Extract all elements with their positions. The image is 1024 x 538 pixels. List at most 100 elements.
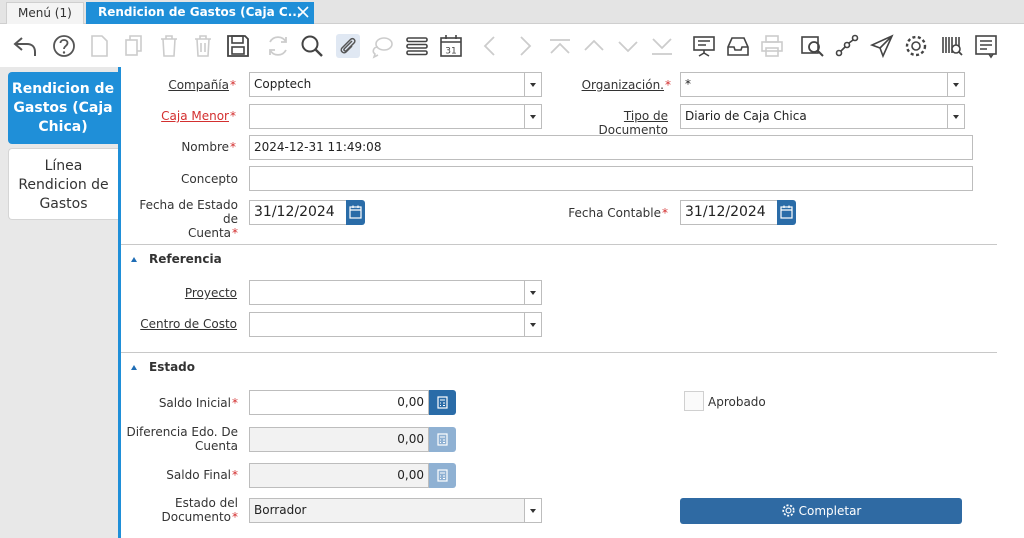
record-form: Compañía* Copptech Organización.* * Caja…	[121, 67, 1024, 538]
organizacion-label: Organización.*	[581, 78, 671, 92]
tab-linea-rendicion-gastos[interactable]: Línea Rendicion de Gastos	[8, 148, 118, 220]
collapse-triangle-icon	[131, 257, 137, 262]
print-icon[interactable]	[759, 33, 785, 59]
product-info-icon[interactable]	[939, 33, 965, 59]
organizacion-value: *	[685, 77, 691, 91]
grid-toggle-icon[interactable]	[404, 33, 430, 59]
nombre-label: Nombre*	[181, 140, 236, 154]
section-referencia-title: Referencia	[149, 252, 222, 266]
tipo-documento-label: Tipo de Documento	[598, 109, 668, 137]
compania-value: Copptech	[254, 77, 312, 91]
diferencia-label: Diferencia Edo. De Cuenta	[126, 425, 238, 453]
new-record-icon[interactable]	[86, 33, 112, 59]
concepto-label: Concepto	[181, 172, 238, 186]
completar-label: Completar	[798, 504, 862, 518]
section-divider	[121, 244, 997, 245]
tab-menu[interactable]: Menú (1)	[6, 2, 84, 24]
tab-linea-rendicion-gastos-label: Línea Rendicion de Gastos	[18, 158, 109, 212]
delete-selection-icon[interactable]	[190, 33, 216, 59]
save-icon[interactable]	[225, 33, 251, 59]
compania-dropdown-icon[interactable]	[524, 73, 541, 96]
report-icon[interactable]	[691, 33, 717, 59]
refresh-icon[interactable]	[265, 33, 291, 59]
close-icon[interactable]	[296, 5, 310, 19]
section-estado[interactable]: Estado	[131, 360, 195, 374]
attachment-icon[interactable]	[335, 33, 361, 59]
tipo-documento-field[interactable]: Diario de Caja Chica	[680, 104, 965, 129]
aprobado-checkbox[interactable]	[684, 391, 704, 411]
fecha-estado-cuenta-field[interactable]: 31/12/2024	[249, 200, 347, 225]
compania-field[interactable]: Copptech	[249, 72, 542, 97]
first-record-icon[interactable]	[547, 33, 573, 59]
tipo-documento-value: Diario de Caja Chica	[685, 109, 807, 123]
parent-icon[interactable]	[581, 33, 607, 59]
saldo-inicial-label: Saldo Inicial*	[158, 396, 238, 410]
tab-rendicion-gastos-caja-chica[interactable]: Rendicion de Gastos (Caja Chica)	[8, 72, 118, 144]
proyecto-label: Proyecto	[184, 286, 237, 300]
window-tab-strip: Menú (1) Rendicion de Gastos (Caja C...	[0, 0, 1024, 24]
estado-documento-field[interactable]: Borrador	[249, 498, 542, 523]
nombre-field[interactable]: 2024-12-31 11:49:08	[249, 135, 973, 160]
estado-documento-value: Borrador	[254, 503, 307, 517]
fecha-contable-field[interactable]: 31/12/2024	[680, 200, 778, 225]
organizacion-field[interactable]: *	[680, 72, 965, 97]
settings-icon[interactable]	[903, 33, 929, 59]
collapse-triangle-icon	[131, 365, 137, 370]
chat-icon[interactable]	[369, 33, 395, 59]
tab-rendicion-gastos-label: Rendicion de Gastos (Caja C...	[98, 5, 302, 19]
calendar-icon[interactable]	[777, 200, 796, 225]
tab-menu-label: Menú (1)	[18, 6, 72, 20]
calculator-icon	[429, 427, 456, 452]
request-icon[interactable]	[869, 33, 895, 59]
help-icon[interactable]	[51, 33, 77, 59]
section-referencia[interactable]: Referencia	[131, 252, 222, 266]
saldo-final-value: 0,00	[397, 468, 424, 482]
organizacion-dropdown-icon[interactable]	[947, 73, 964, 96]
previous-record-icon[interactable]	[478, 33, 504, 59]
calendar-icon[interactable]	[346, 200, 365, 225]
process-icon[interactable]	[973, 33, 999, 59]
caja-menor-dropdown-icon[interactable]	[524, 105, 541, 128]
detail-tab-pane: Rendicion de Gastos (Caja Chica) Línea R…	[0, 67, 122, 538]
estado-documento-label: Estado del Documento*	[161, 496, 238, 524]
estado-documento-dropdown-icon[interactable]	[524, 499, 541, 522]
completar-button[interactable]: Completar	[680, 498, 962, 524]
diferencia-value: 0,00	[397, 432, 424, 446]
calendar-icon[interactable]: 31	[438, 33, 464, 59]
concepto-field[interactable]	[249, 166, 973, 191]
tab-rendicion-gastos[interactable]: Rendicion de Gastos (Caja C...	[86, 2, 314, 24]
section-estado-title: Estado	[149, 360, 196, 374]
undo-icon[interactable]	[12, 33, 38, 59]
calculator-icon[interactable]	[429, 390, 456, 415]
copy-record-icon[interactable]	[121, 33, 147, 59]
last-record-icon[interactable]	[649, 33, 675, 59]
next-record-icon[interactable]	[511, 33, 537, 59]
proyecto-field[interactable]	[249, 280, 542, 305]
detail-icon[interactable]	[615, 33, 641, 59]
toolbar: 31	[0, 25, 1024, 67]
fecha-estado-cuenta-value: 31/12/2024	[254, 204, 335, 220]
centro-costo-dropdown-icon[interactable]	[524, 313, 541, 336]
saldo-inicial-field[interactable]: 0,00	[249, 390, 429, 415]
calculator-icon	[429, 463, 456, 488]
fecha-estado-cuenta-label: Fecha de Estado de Cuenta*	[139, 198, 238, 240]
delete-icon[interactable]	[156, 33, 182, 59]
fecha-contable-label: Fecha Contable*	[568, 206, 668, 220]
caja-menor-label: Caja Menor*	[161, 109, 236, 123]
fecha-contable-value: 31/12/2024	[685, 204, 766, 220]
centro-costo-field[interactable]	[249, 312, 542, 337]
proyecto-dropdown-icon[interactable]	[524, 281, 541, 304]
saldo-final-label: Saldo Final*	[166, 468, 238, 482]
archive-icon[interactable]	[725, 33, 751, 59]
saldo-final-field: 0,00	[249, 463, 429, 488]
zoom-across-icon[interactable]	[800, 33, 826, 59]
diferencia-field: 0,00	[249, 427, 429, 452]
centro-costo-label: Centro de Costo	[140, 317, 237, 331]
workflow-icon[interactable]	[834, 33, 860, 59]
find-icon[interactable]	[299, 33, 325, 59]
nombre-value: 2024-12-31 11:49:08	[254, 140, 382, 154]
tab-rendicion-gastos-caja-chica-label: Rendicion de Gastos (Caja Chica)	[11, 81, 115, 135]
gear-icon	[782, 504, 795, 517]
tipo-documento-dropdown-icon[interactable]	[947, 105, 964, 128]
caja-menor-field[interactable]	[249, 104, 542, 129]
